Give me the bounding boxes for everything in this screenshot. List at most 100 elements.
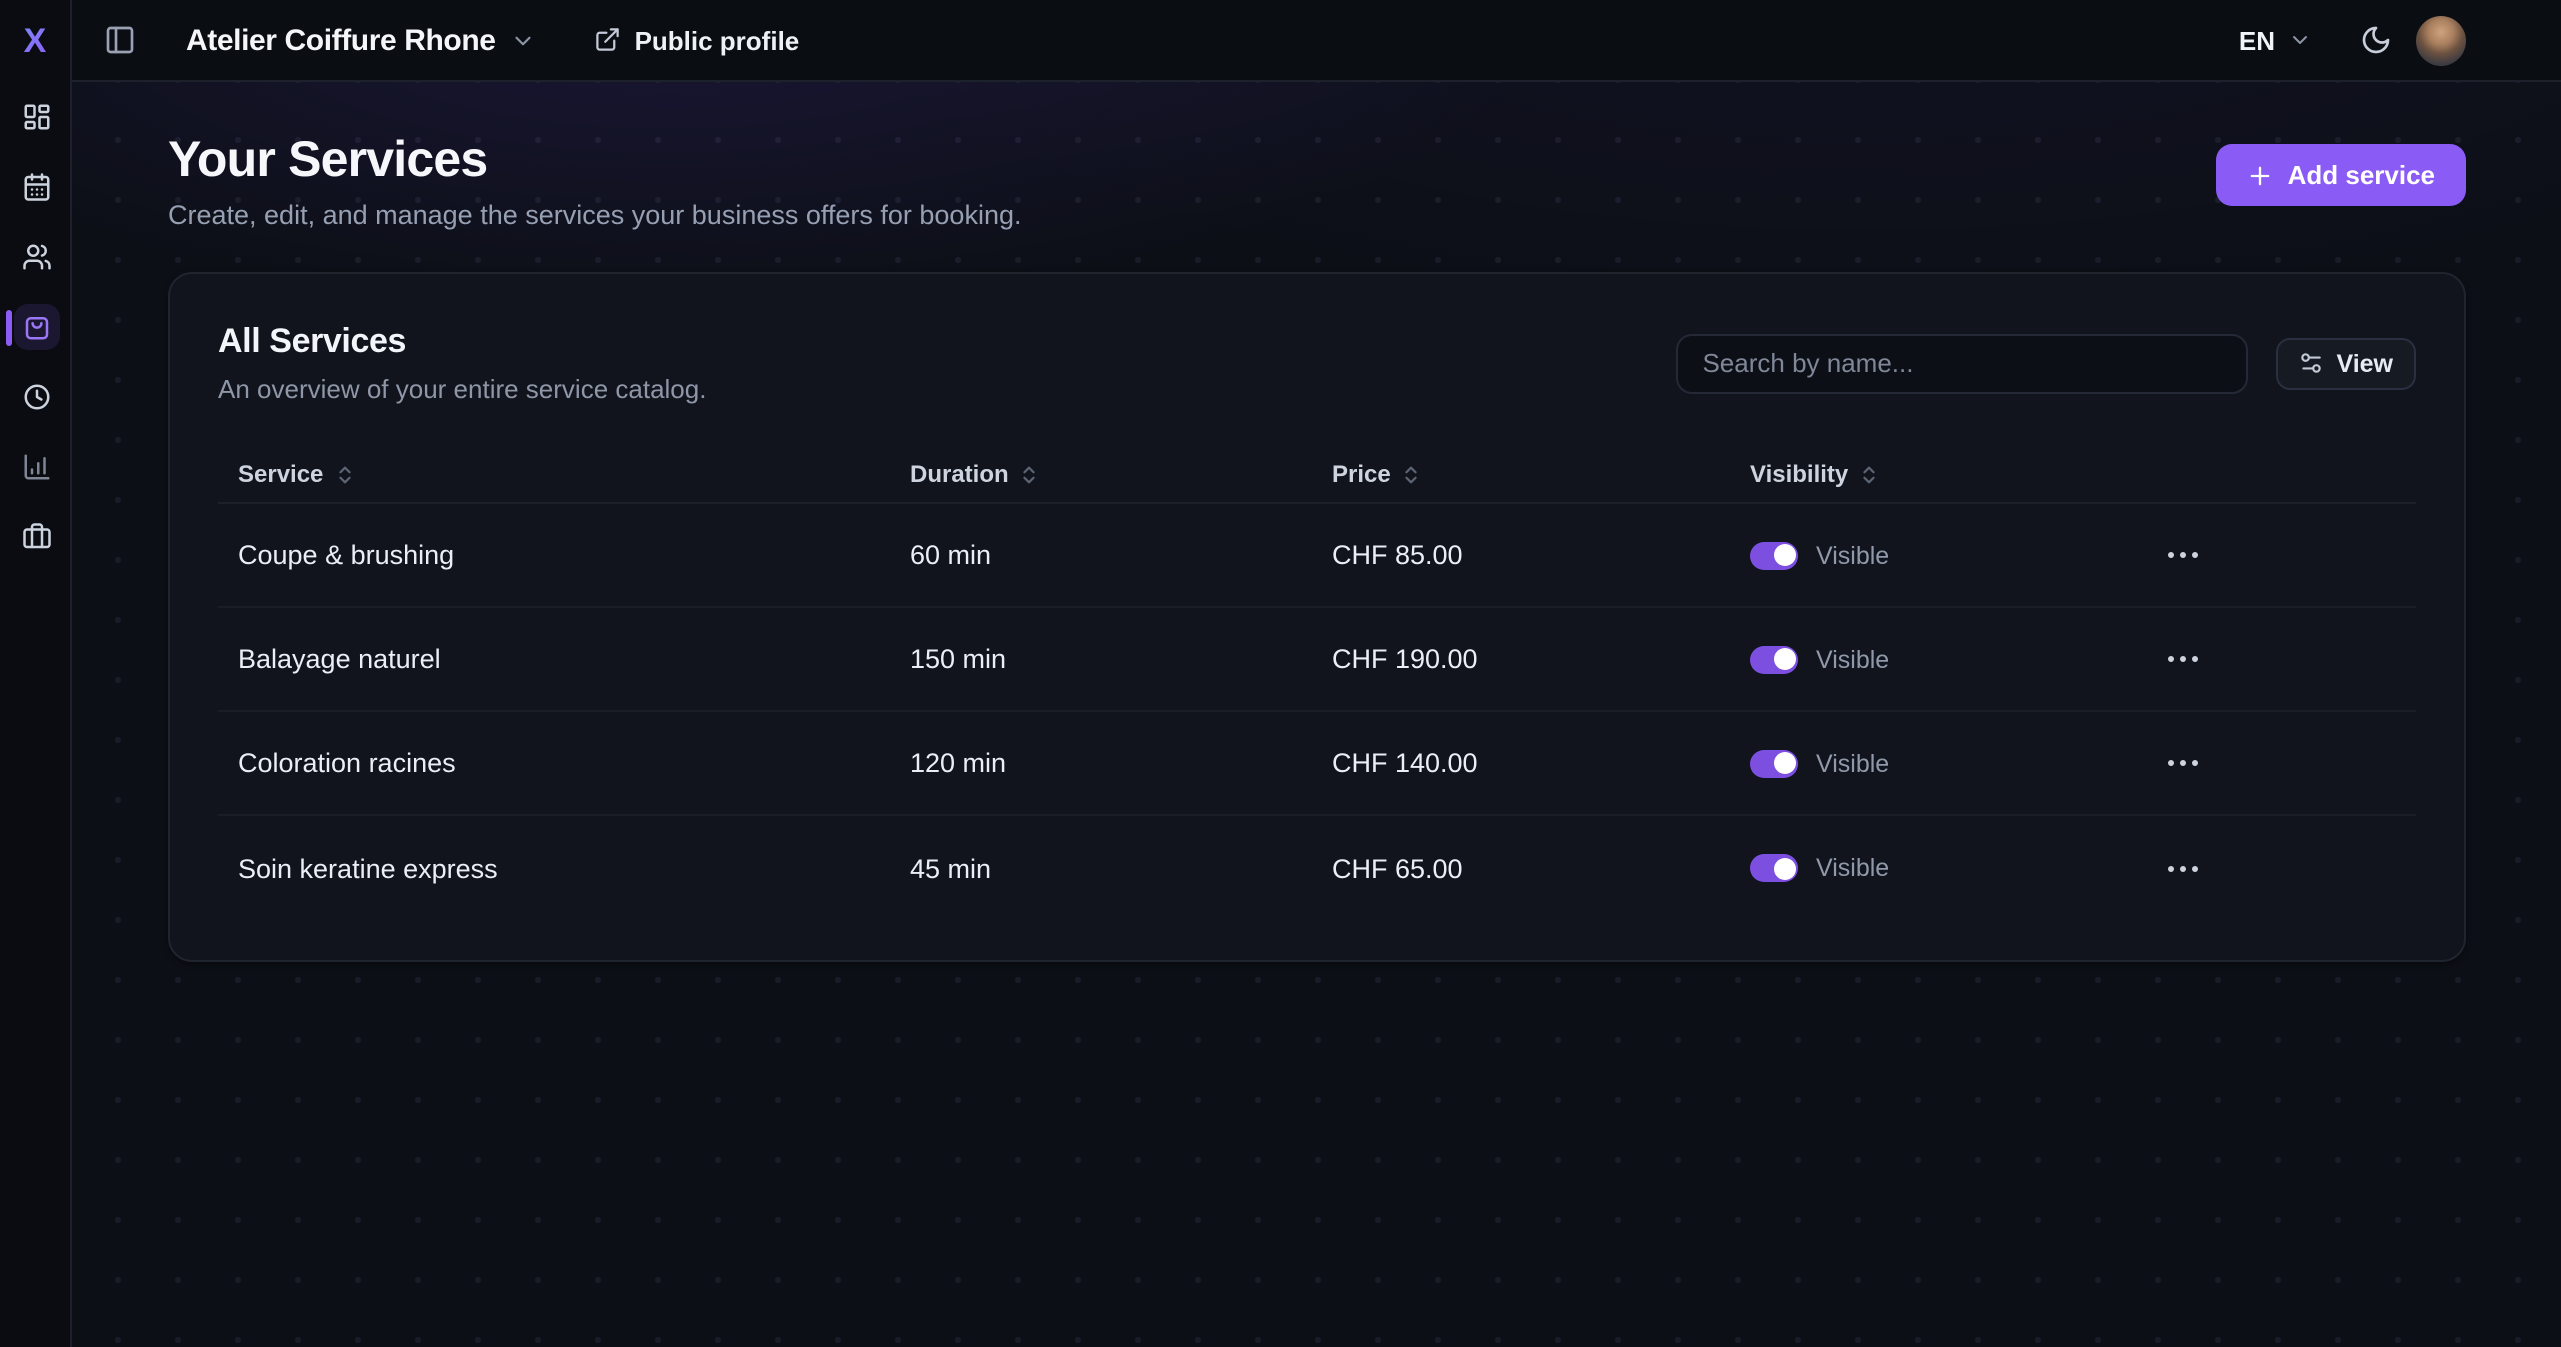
row-menu-button[interactable] [2156, 541, 2210, 571]
sidebar-item-business[interactable] [14, 514, 60, 560]
briefcase-icon [22, 522, 52, 552]
sidebar-item-dashboard[interactable] [14, 94, 60, 140]
duration-cell: 120 min [890, 749, 1312, 779]
page-header: Your Services Create, edit, and manage t… [168, 134, 2465, 233]
actions-cell [2156, 854, 2210, 884]
visibility-toggle[interactable] [1750, 646, 1798, 674]
app-window: X [0, 0, 2561, 1347]
page-title: Your Services [168, 134, 2465, 187]
visibility-cell: Visible [1730, 646, 1950, 674]
theme-toggle-button[interactable] [2359, 24, 2391, 56]
service-name-cell: Balayage naturel [218, 645, 890, 675]
visibility-toggle[interactable] [1750, 855, 1798, 883]
price-cell: CHF 65.00 [1312, 854, 1730, 884]
workspace-name: Atelier Coiffure Rhone [186, 23, 496, 57]
column-label: Service [238, 461, 323, 489]
users-icon [22, 242, 52, 272]
visibility-toggle[interactable] [1750, 542, 1798, 570]
duration-cell: 150 min [890, 645, 1312, 675]
services-card: All Services An overview of your entire … [168, 273, 2465, 963]
visibility-cell: Visible [1730, 542, 1950, 570]
main-content: Your Services Create, edit, and manage t… [72, 82, 2561, 1347]
topbar: Atelier Coiffure Rhone Public profile EN [72, 0, 2561, 82]
card-header: All Services An overview of your entire … [218, 323, 2415, 405]
actions-cell [2156, 541, 2210, 571]
row-menu-button[interactable] [2156, 645, 2210, 675]
duration-cell: 60 min [890, 541, 1312, 571]
column-label: Price [1332, 461, 1391, 489]
row-menu-button[interactable] [2156, 854, 2210, 884]
sidebar-toggle-button[interactable] [104, 24, 136, 56]
plus-icon [2246, 161, 2274, 189]
row-menu-button[interactable] [2156, 749, 2210, 779]
sidebar-item-clients[interactable] [14, 234, 60, 280]
visibility-toggle[interactable] [1750, 750, 1798, 778]
table-row: Coloration racines 120 min CHF 140.00 Vi… [218, 713, 2415, 817]
app-logo[interactable]: X [0, 0, 70, 82]
view-options-button[interactable]: View [2276, 338, 2415, 390]
ellipsis-icon [2168, 761, 2174, 767]
column-header-service[interactable]: Service [218, 461, 890, 489]
column-label: Visibility [1750, 461, 1848, 489]
ellipsis-icon [2168, 553, 2174, 559]
duration-cell: 45 min [890, 854, 1312, 884]
logo-letter: X [24, 21, 47, 61]
language-selector[interactable]: EN [2239, 25, 2311, 55]
sidebar-item-hours[interactable] [14, 374, 60, 420]
table-row: Soin keratine express 45 min CHF 65.00 V… [218, 817, 2415, 921]
visibility-label: Visible [1816, 542, 1889, 570]
add-service-label: Add service [2288, 160, 2435, 190]
topbar-right: EN [2239, 15, 2465, 65]
sidebar-item-services[interactable] [14, 304, 60, 350]
column-header-visibility[interactable]: Visibility [1730, 461, 1950, 489]
visibility-label: Visible [1816, 646, 1889, 674]
add-service-button[interactable]: Add service [2216, 144, 2465, 206]
column-header-price[interactable]: Price [1312, 461, 1730, 489]
price-cell: CHF 85.00 [1312, 541, 1730, 571]
table-header-row: Service Duration Price Visibility [218, 447, 2415, 505]
panel-left-icon [104, 24, 136, 56]
column-header-duration[interactable]: Duration [890, 461, 1312, 489]
price-cell: CHF 190.00 [1312, 645, 1730, 675]
sidebar-item-analytics[interactable] [14, 444, 60, 490]
clock-icon [22, 382, 52, 412]
column-label: Duration [910, 461, 1009, 489]
sort-icon [333, 464, 355, 486]
sidebar-item-calendar[interactable] [14, 164, 60, 210]
layout-dashboard-icon [22, 102, 52, 132]
search-input[interactable] [1676, 334, 2248, 394]
actions-cell [2156, 645, 2210, 675]
moon-icon [2359, 24, 2391, 56]
price-cell: CHF 140.00 [1312, 749, 1730, 779]
visibility-cell: Visible [1730, 750, 1950, 778]
sort-icon [1858, 464, 1880, 486]
table-row: Coupe & brushing 60 min CHF 85.00 Visibl… [218, 505, 2415, 609]
ellipsis-icon [2168, 866, 2174, 872]
language-code: EN [2239, 25, 2275, 55]
chevron-down-icon [510, 27, 536, 53]
shopping-bag-icon [22, 312, 52, 342]
card-tools: View [1676, 334, 2415, 394]
public-profile-link[interactable]: Public profile [594, 25, 800, 55]
card-title: All Services [218, 323, 706, 363]
card-title-block: All Services An overview of your entire … [218, 323, 706, 405]
chevron-down-icon [2287, 28, 2311, 52]
visibility-label: Visible [1816, 855, 1889, 883]
table-row: Balayage naturel 150 min CHF 190.00 Visi… [218, 609, 2415, 713]
services-table: Service Duration Price Visibility [218, 447, 2415, 921]
visibility-cell: Visible [1730, 855, 1950, 883]
sidebar: X [0, 0, 72, 1347]
sort-icon [1019, 464, 1041, 486]
visibility-label: Visible [1816, 750, 1889, 778]
sliders-icon [2298, 351, 2324, 377]
service-name-cell: Soin keratine express [218, 854, 890, 884]
service-name-cell: Coupe & brushing [218, 541, 890, 571]
sort-icon [1401, 464, 1423, 486]
user-avatar[interactable] [2415, 15, 2465, 65]
view-button-label: View [2336, 350, 2393, 378]
workspace-switcher[interactable]: Atelier Coiffure Rhone [186, 23, 536, 57]
calendar-icon [22, 172, 52, 202]
bar-chart-icon [22, 452, 52, 482]
page-subtitle: Create, edit, and manage the services yo… [168, 201, 2465, 233]
service-name-cell: Coloration racines [218, 749, 890, 779]
